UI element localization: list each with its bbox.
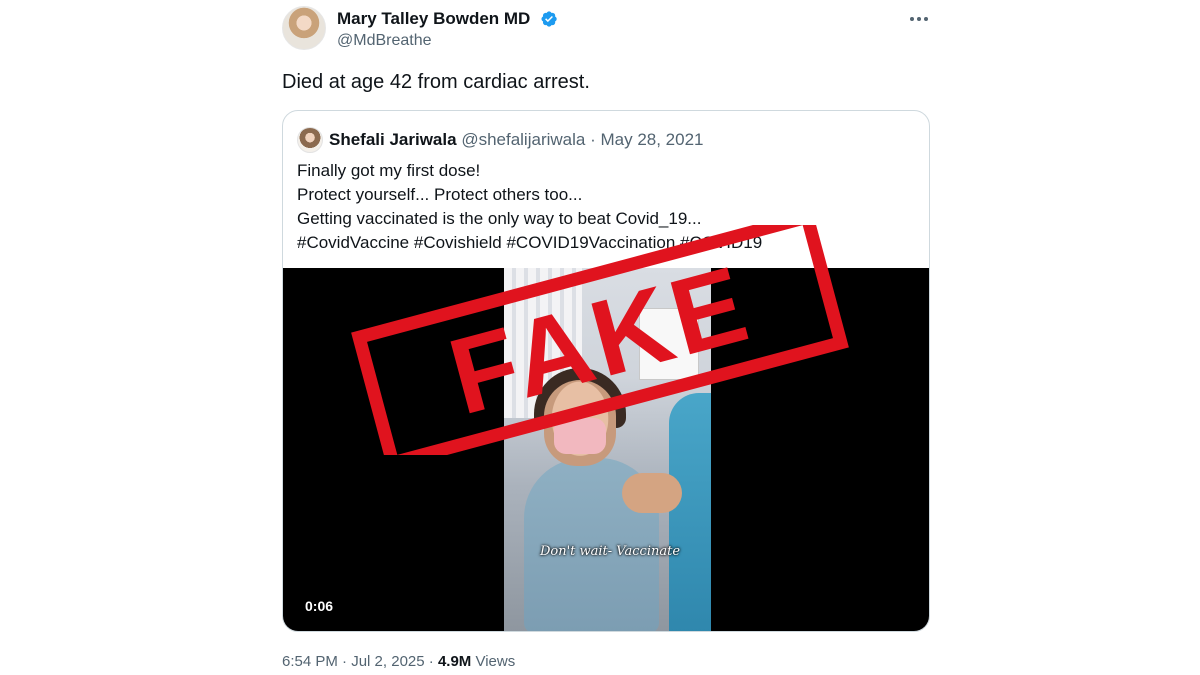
- more-dot-icon: [917, 17, 921, 21]
- post-date[interactable]: Jul 2, 2025: [351, 653, 424, 670]
- wall-poster-graphic: [639, 308, 699, 380]
- quoted-tweet-card[interactable]: Shefali Jariwala @shefalijariwala · May …: [282, 110, 930, 632]
- face-mask-figure: [554, 418, 606, 454]
- quoted-author-handle[interactable]: @shefalijariwala: [461, 130, 585, 149]
- quoted-tweet-text: Finally got my first dose! Protect yours…: [297, 161, 763, 252]
- quoted-tweet-header: Shefali Jariwala @shefalijariwala · May …: [329, 130, 704, 150]
- video-duration: 0:06: [305, 598, 334, 614]
- views-label: Views: [475, 653, 516, 670]
- quoted-date[interactable]: May 28, 2021: [600, 130, 703, 149]
- video-caption: Don't wait- Vaccinate: [539, 544, 681, 559]
- video-frame[interactable]: Don't wait- Vaccinate: [504, 268, 711, 631]
- quoted-author-avatar[interactable]: [297, 127, 323, 153]
- post-time[interactable]: 6:54 PM: [282, 653, 338, 670]
- quoted-separator: ·: [590, 130, 596, 149]
- more-dot-icon: [924, 17, 928, 21]
- verified-badge-icon: [541, 11, 557, 27]
- tweet-author-avatar[interactable]: [282, 6, 326, 50]
- views-count[interactable]: 4.9M: [438, 653, 471, 670]
- author-name[interactable]: Mary Talley Bowden MD: [337, 9, 530, 29]
- quoted-author-name[interactable]: Shefali Jariwala: [329, 130, 457, 149]
- more-dot-icon: [910, 17, 914, 21]
- arm-figure: [622, 473, 682, 513]
- author-handle[interactable]: @MdBreathe: [337, 32, 432, 50]
- nurse-figure: [669, 393, 711, 631]
- more-options-button[interactable]: [905, 8, 933, 30]
- tweet-footer: 6:54 PM · Jul 2, 2025 · 4.9M Views: [282, 653, 515, 670]
- tweet-text: Died at age 42 from cardiac arrest.: [282, 71, 590, 93]
- footer-separator: ·: [342, 653, 348, 670]
- video-player[interactable]: Don't wait- Vaccinate 0:06: [283, 268, 929, 631]
- footer-separator-2: ·: [428, 653, 434, 670]
